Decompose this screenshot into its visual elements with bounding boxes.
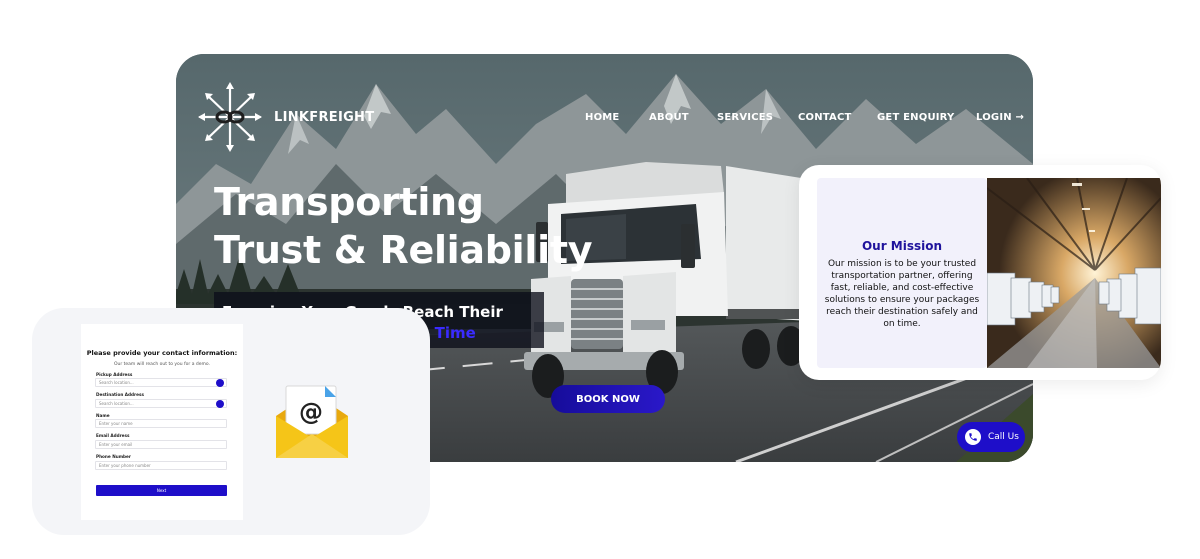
svg-text:@: @ <box>299 398 323 426</box>
location-pin-icon[interactable] <box>216 379 224 387</box>
destination-address-label: Destination Address <box>96 392 144 397</box>
nav-get-enquiry[interactable]: GET ENQUIRY <box>877 112 954 123</box>
page-canvas: LINKFREIGHT HOME ABOUT SERVICES CONTACT … <box>0 0 1200 559</box>
nav-services[interactable]: SERVICES <box>717 112 773 123</box>
brand-name: LINKFREIGHT <box>274 109 375 125</box>
submit-button[interactable]: Next <box>96 485 227 496</box>
phone-input[interactable]: Enter your phone number <box>95 461 227 470</box>
mission-title: Our Mission <box>861 239 943 253</box>
pickup-address-input[interactable]: Search location... <box>95 378 227 387</box>
hero-title: Transporting Trust & Reliability <box>214 178 594 274</box>
call-us-button[interactable]: Call Us <box>957 422 1025 452</box>
nav-login[interactable]: LOGIN → <box>976 112 1024 123</box>
hero-title-line-1: Transporting <box>214 180 484 224</box>
location-pin-icon[interactable] <box>216 400 224 408</box>
hero-title-line-2: Trust & Reliability <box>214 228 593 272</box>
name-input[interactable]: Enter your name <box>95 419 227 428</box>
pickup-address-label: Pickup Address <box>96 372 133 377</box>
brand[interactable]: LINKFREIGHT <box>198 82 374 152</box>
warehouse-photo <box>987 178 1161 368</box>
phone-label: Phone Number <box>96 454 131 459</box>
call-us-label: Call Us <box>988 432 1019 442</box>
book-now-button[interactable]: BOOK NOW <box>551 385 665 413</box>
nav-contact[interactable]: CONTACT <box>798 112 852 123</box>
form-title: Please provide your contact information: <box>86 349 238 357</box>
mission-card: Our Mission Our mission is to be your tr… <box>799 165 1161 380</box>
mail-envelope-icon: @ <box>276 385 348 458</box>
phone-icon <box>965 429 981 445</box>
nav-home[interactable]: HOME <box>585 112 619 123</box>
destination-address-input[interactable]: Search location... <box>95 399 227 408</box>
email-label: Email Address <box>96 433 130 438</box>
mission-body: Our mission is to be your trusted transp… <box>824 259 980 329</box>
mission-text-panel: Our Mission Our mission is to be your tr… <box>817 178 987 368</box>
nav-about[interactable]: ABOUT <box>649 112 689 123</box>
email-input[interactable]: Enter your email <box>95 440 227 449</box>
contact-form: Please provide your contact information:… <box>81 324 243 520</box>
form-subtitle: Our team will reach out to you for a dem… <box>113 362 211 367</box>
name-label: Name <box>96 413 110 418</box>
brand-network-icon <box>198 82 262 152</box>
